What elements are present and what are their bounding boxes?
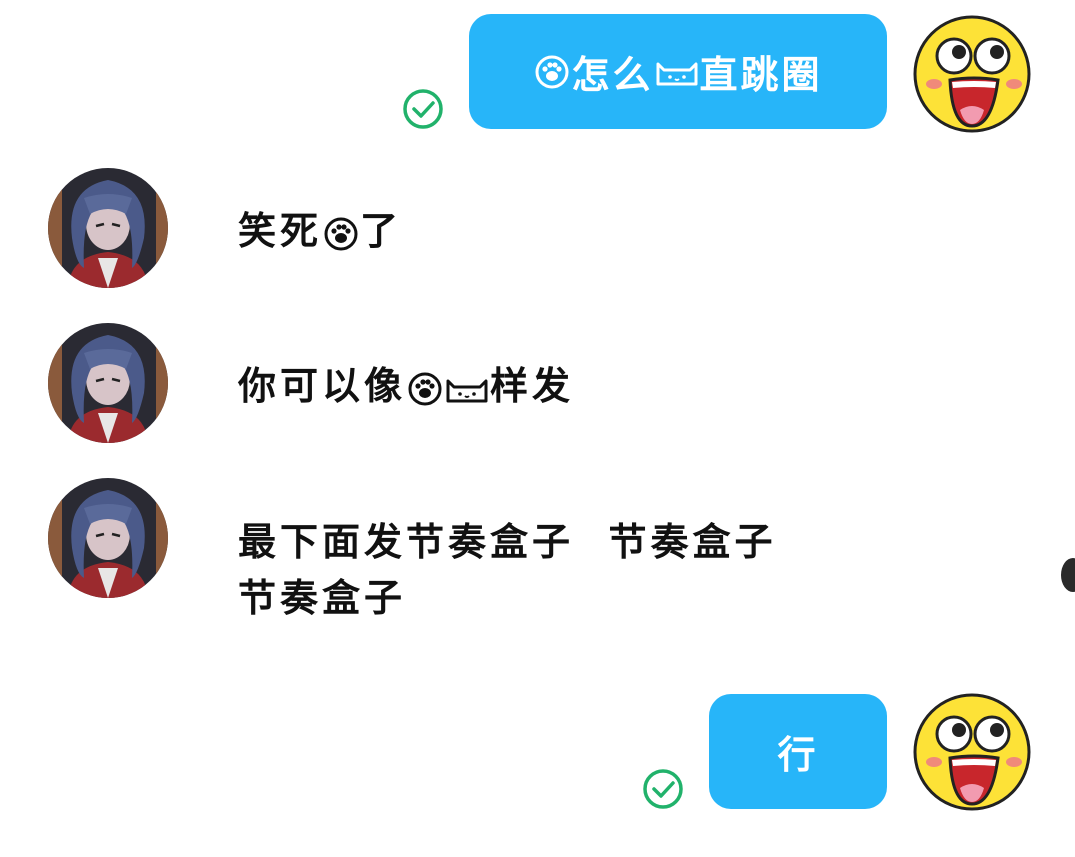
- message-bubble[interactable]: 你可以像 样发: [238, 358, 574, 414]
- message-bubble[interactable]: 最下面发节奏盒子 节奏盒子 节奏盒子: [238, 514, 776, 626]
- message-text: 你可以像: [238, 364, 407, 408]
- message-text-line-2: 节奏盒子: [238, 576, 407, 620]
- laughing-face-icon: [913, 693, 1031, 811]
- paw-emoji-icon: [408, 372, 442, 405]
- scroll-edge-handle[interactable]: [1061, 558, 1075, 592]
- message-text-after: 了: [360, 209, 403, 253]
- message-text-after: 直跳圈: [699, 53, 823, 97]
- paw-emoji-icon: [535, 55, 569, 88]
- anime-character-icon: [48, 168, 168, 288]
- anime-character-avatar[interactable]: [48, 478, 168, 598]
- check-circle-icon: [643, 769, 683, 809]
- laughing-face-avatar[interactable]: [912, 14, 1032, 134]
- cat-face-emoji-icon: [656, 62, 697, 85]
- message-bubble[interactable]: 笑死 了: [238, 203, 402, 259]
- paw-emoji-icon: [324, 217, 358, 250]
- message-bubble[interactable]: 行: [709, 694, 887, 809]
- message-text-line-1: 最下面发节奏盒子 节奏盒子: [238, 520, 777, 564]
- message-text-after: 样发: [490, 364, 575, 408]
- message-text: 行: [777, 733, 819, 777]
- laughing-face-icon: [913, 15, 1031, 133]
- cat-face-emoji-icon: [446, 379, 488, 402]
- message-text: 怎么: [571, 53, 654, 97]
- check-circle-icon: [403, 89, 443, 129]
- anime-character-avatar[interactable]: [48, 168, 168, 288]
- anime-character-avatar[interactable]: [48, 323, 168, 443]
- message-text: 笑死: [238, 209, 323, 253]
- message-bubble[interactable]: 怎么 直跳圈: [469, 14, 887, 129]
- laughing-face-avatar[interactable]: [912, 692, 1032, 812]
- anime-character-icon: [48, 323, 168, 443]
- anime-character-icon: [48, 478, 168, 598]
